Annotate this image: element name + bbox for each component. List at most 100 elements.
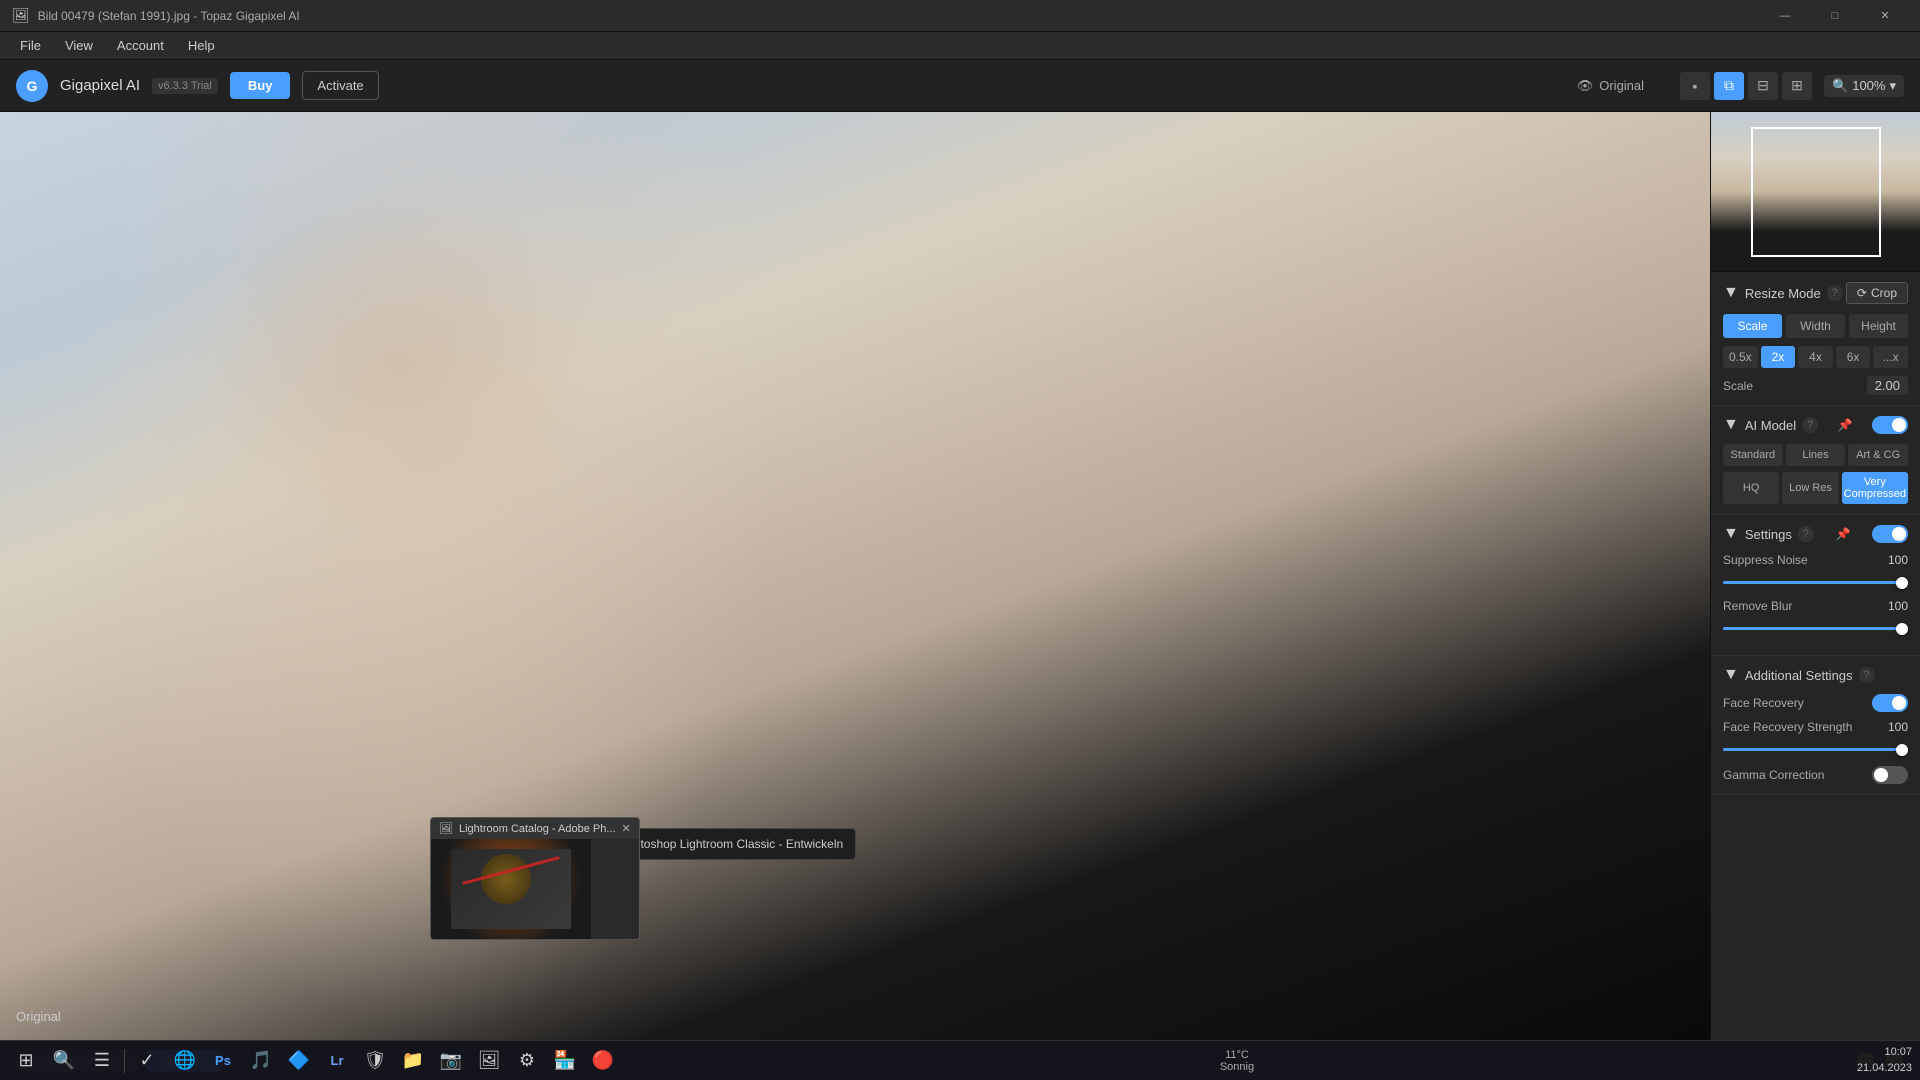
taskbar-photoshop-button[interactable]: Ps <box>205 1043 241 1079</box>
low-res-mode-button[interactable]: Low Res <box>1782 472 1838 504</box>
gamma-correction-row: Gamma Correction <box>1723 766 1908 784</box>
taskbar-lightroom-button[interactable]: Lr <box>319 1043 355 1079</box>
ai-model-header[interactable]: ▼ AI Model ? 📌 <box>1723 416 1908 434</box>
settings-toggle[interactable] <box>1872 525 1908 543</box>
face-recovery-toggle[interactable] <box>1872 694 1908 712</box>
additional-settings-help[interactable]: ? <box>1859 667 1875 683</box>
taskbar-camera-button[interactable]: 📷 <box>433 1043 469 1079</box>
taskbar-separator <box>124 1049 125 1073</box>
menu-file[interactable]: File <box>8 34 53 57</box>
taskbar-app1-button[interactable]: 🔷 <box>281 1043 317 1079</box>
additional-settings-title: Additional Settings <box>1745 668 1853 683</box>
zoom-value: 100% <box>1852 78 1885 93</box>
view-split-v-button[interactable]: ⧉ <box>1714 72 1744 100</box>
taskbar-browser-button[interactable]: 🌐 <box>167 1043 203 1079</box>
menubar: File View Account Help <box>0 32 1920 60</box>
preview-photo <box>431 839 591 939</box>
remove-blur-slider[interactable] <box>1723 627 1908 630</box>
face-recovery-row: Face Recovery <box>1723 694 1908 712</box>
resize-mode-help[interactable]: ? <box>1827 285 1843 301</box>
ai-model-help[interactable]: ? <box>1802 417 1818 433</box>
pin-icon[interactable]: 📌 <box>1838 418 1853 432</box>
width-mode-button[interactable]: Width <box>1786 314 1845 338</box>
app-logo: G <box>16 70 48 102</box>
taskbar-start-button[interactable]: ⊞ <box>8 1043 44 1079</box>
settings-help[interactable]: ? <box>1798 526 1814 542</box>
original-toggle[interactable]: 👁 Original <box>1577 78 1644 94</box>
taskbar-music-button[interactable]: 🎵 <box>243 1043 279 1079</box>
taskbar-settings-button[interactable]: ⚙ <box>509 1043 545 1079</box>
right-panel: ▼ Resize Mode ? ⟳ Crop Scale Width Heigh… <box>1710 112 1920 1040</box>
gamma-correction-toggle[interactable] <box>1872 766 1908 784</box>
window-title: Bild 00479 (Stefan 1991).jpg - Topaz Gig… <box>38 9 1754 23</box>
model-type-buttons: Standard Lines Art & CG <box>1723 444 1908 466</box>
ai-model-toggle[interactable] <box>1872 416 1908 434</box>
very-compressed-mode-button[interactable]: Very Compressed <box>1842 472 1908 504</box>
taskbar-photos-button[interactable]: 🖼 <box>471 1043 507 1079</box>
crop-button[interactable]: ⟳ Crop <box>1846 282 1908 304</box>
height-mode-button[interactable]: Height <box>1849 314 1908 338</box>
scale-value: 2.00 <box>1867 376 1908 395</box>
view-split-h-button[interactable]: ⊟ <box>1748 72 1778 100</box>
app-header: G Gigapixel AI v6.3.3 Trial Buy Activate… <box>0 60 1920 112</box>
scale-mode-button[interactable]: Scale <box>1723 314 1782 338</box>
remove-blur-row: Remove Blur 100 <box>1723 599 1908 635</box>
preview-title: Lightroom Catalog - Adobe Ph... <box>459 823 616 835</box>
preset-6x-button[interactable]: 6x <box>1836 346 1871 368</box>
preset-2x-button[interactable]: 2x <box>1761 346 1796 368</box>
face-recovery-strength-row: Face Recovery Strength 100 <box>1723 720 1908 756</box>
close-button[interactable]: ✕ <box>1862 0 1908 32</box>
standard-model-button[interactable]: Standard <box>1723 444 1783 466</box>
maximize-button[interactable]: □ <box>1812 0 1858 32</box>
taskbar-taskview-button[interactable]: ☰ <box>84 1043 120 1079</box>
additional-chevron-icon: ▼ <box>1723 666 1739 684</box>
window-icon: 🖼 <box>12 7 30 24</box>
face-recovery-strength-label-row: Face Recovery Strength 100 <box>1723 720 1908 734</box>
menu-view[interactable]: View <box>53 34 105 57</box>
preview-close-icon[interactable]: ✕ <box>622 822 631 835</box>
taskbar-search-button[interactable]: 🔍 <box>46 1043 82 1079</box>
minimize-button[interactable]: — <box>1762 0 1808 32</box>
resize-mode-row: ▼ Resize Mode ? ⟳ Crop <box>1723 282 1908 304</box>
menu-help[interactable]: Help <box>176 34 227 57</box>
resize-mode-header[interactable]: ▼ Resize Mode ? <box>1723 284 1843 302</box>
scale-label: Scale <box>1723 379 1753 393</box>
suppress-noise-slider[interactable] <box>1723 581 1908 584</box>
preset-4x-button[interactable]: 4x <box>1798 346 1833 368</box>
view-single-button[interactable]: ▪ <box>1680 72 1710 100</box>
remove-blur-value: 100 <box>1888 599 1908 613</box>
taskbar: ⊞ 🔍 ☰ ✓ 🌐 Ps 🎵 🔷 Lr 🛡 📁 📷 🖼 ⚙ 🏪 🔴 11°C S… <box>0 1040 1920 1080</box>
preview-header: 🖼 Lightroom Catalog - Adobe Ph... ✕ <box>431 818 639 839</box>
activate-button[interactable]: Activate <box>302 71 378 100</box>
lines-model-button[interactable]: Lines <box>1786 444 1846 466</box>
face-recovery-strength-slider[interactable] <box>1723 748 1908 751</box>
app-name: Gigapixel AI <box>60 77 140 94</box>
settings-pin-icon[interactable]: 📌 <box>1835 527 1850 541</box>
face-recovery-strength-label: Face Recovery Strength <box>1723 720 1852 734</box>
settings-chevron-icon: ▼ <box>1723 525 1739 543</box>
ai-model-chevron-icon: ▼ <box>1723 416 1739 434</box>
taskbar-security-button[interactable]: 🛡 <box>357 1043 393 1079</box>
zoom-control[interactable]: 🔍 100% ▾ <box>1824 75 1904 97</box>
canvas-area: Original Lightroom Catalog - Adobe Photo… <box>0 112 1710 1040</box>
buy-button[interactable]: Buy <box>230 72 291 99</box>
taskbar-app-red-button[interactable]: 🔴 <box>585 1043 621 1079</box>
zoom-icon: 🔍 <box>1832 78 1848 94</box>
preset-custom-button[interactable]: ...x <box>1873 346 1908 368</box>
original-label: Original <box>1599 78 1644 93</box>
taskbar-clock: 10:07 21.04.2023 <box>1857 1045 1912 1076</box>
face-recovery-strength-value: 100 <box>1888 720 1908 734</box>
taskbar-explorer-button[interactable]: 📁 <box>395 1043 431 1079</box>
taskbar-store-button[interactable]: 🏪 <box>547 1043 583 1079</box>
taskbar-checklist-button[interactable]: ✓ <box>129 1043 165 1079</box>
settings-header[interactable]: ▼ Settings ? 📌 <box>1723 525 1908 543</box>
art-cg-model-button[interactable]: Art & CG <box>1848 444 1908 466</box>
hq-mode-button[interactable]: HQ <box>1723 472 1779 504</box>
menu-account[interactable]: Account <box>105 34 176 57</box>
additional-settings-header[interactable]: ▼ Additional Settings ? <box>1723 666 1908 684</box>
preset-05x-button[interactable]: 0.5x <box>1723 346 1758 368</box>
ai-model-section: ▼ AI Model ? 📌 Standard Lines Art & CG H… <box>1711 406 1920 515</box>
preview-icon: 🖼 <box>439 822 453 835</box>
quality-mode-buttons: HQ Low Res Very Compressed <box>1723 472 1908 504</box>
view-quad-button[interactable]: ⊞ <box>1782 72 1812 100</box>
